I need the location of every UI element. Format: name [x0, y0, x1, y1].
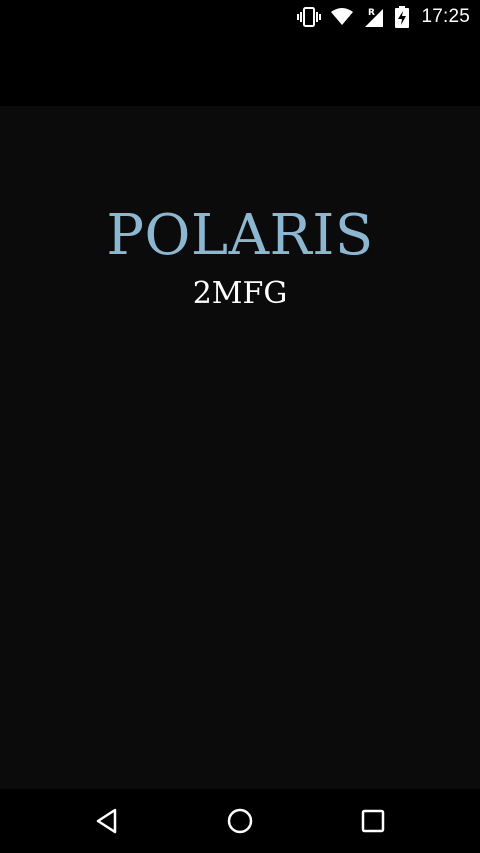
- home-button[interactable]: [222, 803, 258, 839]
- home-icon: [227, 808, 253, 834]
- app-subtitle: 2MFG: [192, 276, 288, 311]
- status-time: 17:25: [421, 5, 470, 27]
- status-bar: R 17:25: [0, 0, 480, 33]
- app-title: POLARIS: [106, 203, 374, 268]
- navigation-bar: [0, 789, 480, 853]
- recents-button[interactable]: [355, 803, 391, 839]
- splash-logo: POLARIS 2MFG: [0, 204, 480, 314]
- signal-roaming-icon: R: [363, 6, 385, 28]
- back-button[interactable]: [89, 803, 125, 839]
- back-icon: [96, 808, 117, 834]
- battery-charging-icon: [395, 5, 410, 28]
- vibrate-icon: [297, 6, 322, 28]
- recents-icon: [361, 809, 385, 833]
- roaming-label: R: [368, 8, 375, 18]
- screen: R 17:25 POLARIS 2MFG: [0, 0, 480, 853]
- wifi-icon: [331, 7, 354, 26]
- status-icons: R 17:25: [297, 0, 470, 33]
